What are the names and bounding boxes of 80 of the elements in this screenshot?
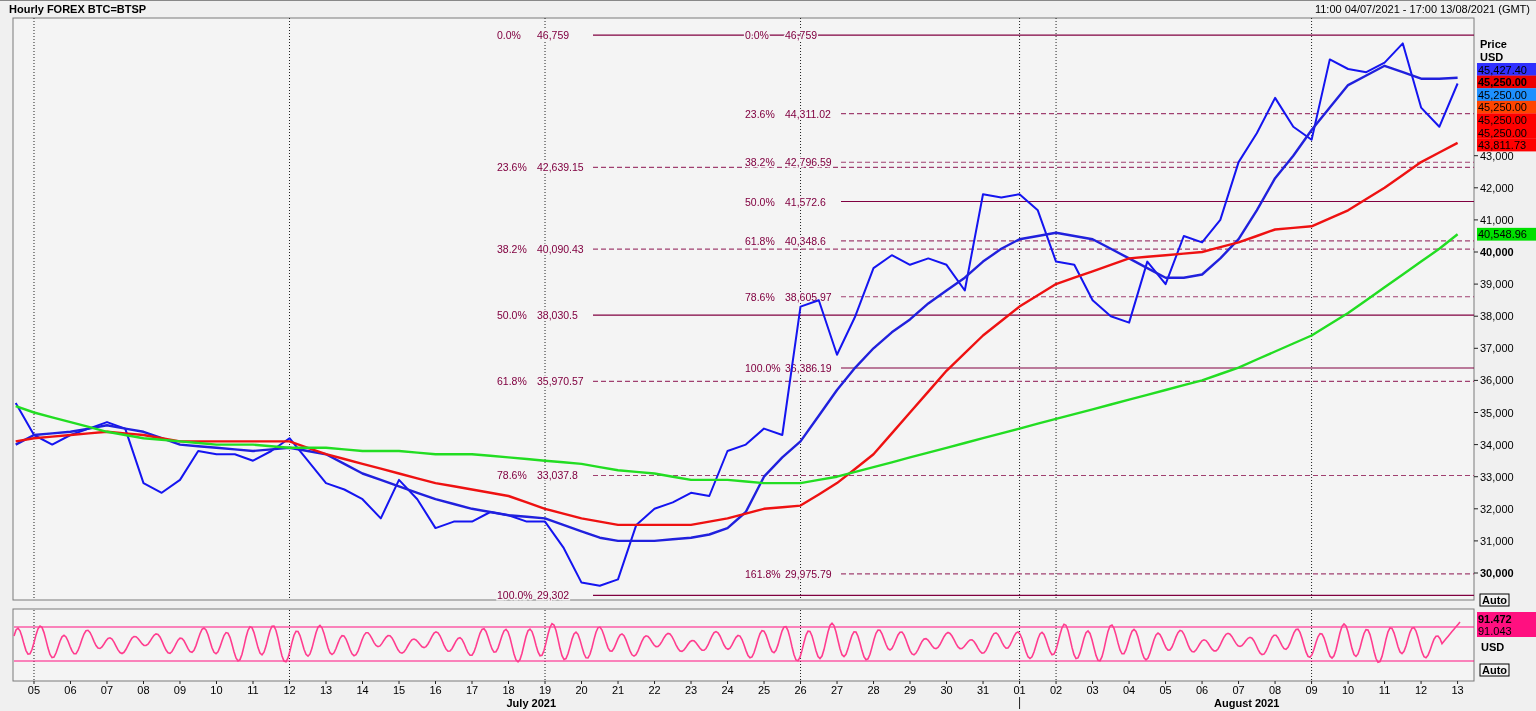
- date-label: 22: [648, 684, 661, 696]
- fib-level-label: 23.6% 42,639.15: [497, 161, 584, 174]
- fib-level-label: 50.0% 38,030.5: [497, 309, 578, 322]
- date-label: 11: [247, 684, 259, 696]
- fib-level-label: 61.8% 40,348.6: [745, 234, 826, 247]
- date-label: 27: [830, 684, 844, 696]
- date-label: 04: [1122, 684, 1136, 696]
- fib-level-label: 161.8% 29,975.79: [745, 567, 832, 580]
- price-tag: 40,548.96: [1477, 227, 1536, 241]
- axis-tick-label: 34,000: [1480, 438, 1514, 451]
- date-label: 25: [757, 684, 771, 696]
- date-label: 26: [794, 684, 807, 696]
- date-label: 19: [538, 684, 552, 696]
- rsi-reading: 91.472: [1478, 613, 1512, 625]
- price-tag: 45,250.00: [1477, 88, 1536, 101]
- date-label: 14: [356, 684, 369, 696]
- date-label: 08: [1268, 684, 1282, 696]
- month-label: July 2021: [506, 697, 557, 709]
- axis-tick-label: 38,000: [1480, 310, 1514, 323]
- date-label: 06: [1195, 684, 1209, 696]
- rsi-reading: 91.043: [1478, 625, 1512, 637]
- axis-tick-label: 39,000: [1480, 278, 1514, 291]
- date-label: 01: [1013, 684, 1026, 696]
- date-label: 02: [1049, 684, 1063, 696]
- date-label: 29: [903, 684, 917, 696]
- axis-tick-label: 30,000: [1480, 567, 1514, 579]
- date-label: 06: [64, 684, 77, 696]
- fib-level-label: 100.0% 29,302: [497, 589, 570, 602]
- axis-title: Price: [1480, 38, 1507, 50]
- axis-tick-label: 31,000: [1480, 534, 1514, 547]
- date-label: 07: [100, 684, 114, 696]
- axis-tick-label: 32,000: [1480, 502, 1514, 515]
- axis-unit: USD: [1481, 641, 1505, 653]
- axis-tick-label: 37,000: [1480, 342, 1514, 355]
- axis-tick-label: 42,000: [1480, 181, 1514, 194]
- date-label: 10: [1341, 684, 1355, 696]
- date-label: 09: [1305, 684, 1318, 696]
- axis-tick-label: 35,000: [1480, 406, 1514, 419]
- month-label: August 2021: [1214, 697, 1280, 709]
- date-label: 03: [1086, 684, 1099, 696]
- date-label: 12: [283, 684, 296, 696]
- price-tag: 45,250.00: [1477, 126, 1536, 139]
- price-tag: 45,427.40: [1477, 63, 1536, 76]
- fib-level-label: 78.6% 38,605.97: [745, 290, 832, 303]
- date-label: 05: [27, 684, 41, 696]
- date-label: 18: [502, 684, 515, 696]
- date-label: 28: [867, 684, 880, 696]
- date-label: 15: [392, 684, 406, 696]
- date-label: 31: [976, 684, 990, 696]
- price-tag: 45,250.00: [1477, 113, 1536, 127]
- fib-level-label: 23.6% 44,311.02: [745, 107, 831, 120]
- axis-tick-label: 41,000: [1480, 213, 1514, 226]
- axis-tick-label: 33,000: [1480, 470, 1514, 483]
- date-label: 05: [1159, 684, 1172, 696]
- fib-level-label: 50.0% 41,572.6: [745, 195, 826, 208]
- date-label: 12: [1414, 684, 1428, 696]
- date-label: 13: [1451, 684, 1464, 696]
- fib-level-label: 38.2% 42,796.59: [745, 156, 832, 169]
- date-label: 13: [319, 684, 333, 696]
- fib-level-label: 38.2% 40,090.43: [497, 243, 584, 256]
- date-label: 24: [721, 684, 734, 696]
- date-label: 23: [684, 684, 698, 696]
- axis-tick-label: 36,000: [1480, 374, 1514, 387]
- chart-title: Hourly FOREX BTC=BTSP: [9, 3, 147, 15]
- date-label: 17: [465, 684, 479, 696]
- date-range: 11:00 04/07/2021 - 17:00 13/08/2021 (GMT): [1314, 3, 1530, 15]
- date-label: 21: [611, 684, 625, 696]
- date-label: 11: [1378, 684, 1391, 696]
- fib-level-label: 61.8% 35,970.57: [497, 375, 584, 388]
- axis-tick-label: 40,000: [1480, 246, 1514, 258]
- date-label: 07: [1232, 684, 1245, 696]
- date-label: 09: [173, 684, 187, 696]
- date-label: 16: [429, 684, 442, 696]
- axis-unit: USD: [1480, 51, 1504, 63]
- fib-level-label: 78.6% 33,037.8: [497, 469, 578, 482]
- date-label: 30: [940, 684, 953, 696]
- date-label: 20: [575, 684, 588, 696]
- fib-level-label: 0.0% 46,759: [497, 29, 570, 42]
- date-label: 08: [137, 684, 150, 696]
- date-label: 10: [210, 684, 223, 696]
